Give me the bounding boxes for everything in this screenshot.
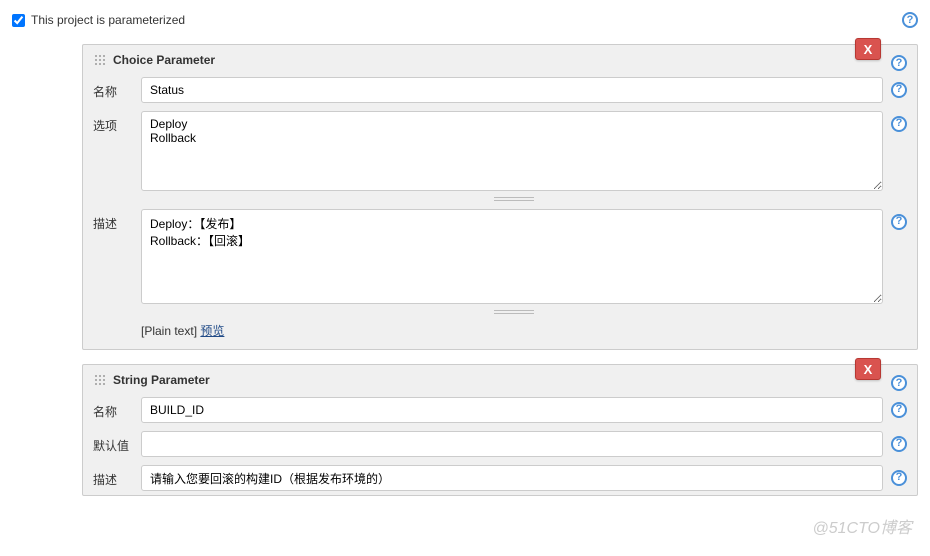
help-icon[interactable]: ? — [902, 12, 918, 28]
desc-label: 描述 — [93, 209, 133, 232]
plain-text-row: [Plain text] 预览 — [83, 318, 917, 349]
choices-field-row: 选项 ? — [83, 107, 917, 195]
default-field-row: 默认值 ? — [83, 427, 917, 461]
help-icon[interactable]: ? — [891, 470, 907, 486]
resize-grip[interactable] — [141, 195, 887, 203]
parameterized-checkbox[interactable] — [12, 14, 25, 27]
resize-grip[interactable] — [141, 308, 887, 316]
name-label: 名称 — [93, 77, 133, 100]
plain-text-label: [Plain text] — [141, 324, 197, 338]
desc-input[interactable] — [141, 465, 883, 491]
delete-button[interactable]: X — [855, 358, 881, 380]
help-icon[interactable]: ? — [891, 436, 907, 452]
drag-handle-icon[interactable] — [93, 373, 107, 387]
parameterized-checkbox-row: This project is parameterized ? — [12, 8, 918, 38]
drag-handle-icon[interactable] — [93, 53, 107, 67]
help-icon[interactable]: ? — [891, 82, 907, 98]
param-title: Choice Parameter — [113, 53, 215, 67]
parameterized-label: This project is parameterized — [31, 13, 185, 27]
name-field-row: 名称 ? — [83, 393, 917, 427]
choice-parameter-block: X ? Choice Parameter 名称 ? 选项 ? 描述 ? [Pla… — [82, 44, 918, 350]
name-input[interactable] — [141, 397, 883, 423]
string-parameter-block: X ? String Parameter 名称 ? 默认值 ? 描述 ? — [82, 364, 918, 496]
desc-field-row: 描述 ? — [83, 205, 917, 308]
default-label: 默认值 — [93, 431, 133, 454]
delete-button[interactable]: X — [855, 38, 881, 60]
name-label: 名称 — [93, 397, 133, 420]
param-title: String Parameter — [113, 373, 210, 387]
choices-textarea[interactable] — [141, 111, 883, 191]
help-icon[interactable]: ? — [891, 116, 907, 132]
help-icon[interactable]: ? — [891, 402, 907, 418]
help-icon[interactable]: ? — [891, 55, 907, 71]
help-icon[interactable]: ? — [891, 375, 907, 391]
param-header: Choice Parameter — [83, 45, 917, 73]
name-input[interactable] — [141, 77, 883, 103]
desc-field-row: 描述 ? — [83, 461, 917, 495]
choices-label: 选项 — [93, 111, 133, 134]
default-input[interactable] — [141, 431, 883, 457]
name-field-row: 名称 ? — [83, 73, 917, 107]
preview-link[interactable]: 预览 — [200, 324, 224, 338]
desc-textarea[interactable] — [141, 209, 883, 304]
desc-label: 描述 — [93, 465, 133, 488]
param-header: String Parameter — [83, 365, 917, 393]
help-icon[interactable]: ? — [891, 214, 907, 230]
